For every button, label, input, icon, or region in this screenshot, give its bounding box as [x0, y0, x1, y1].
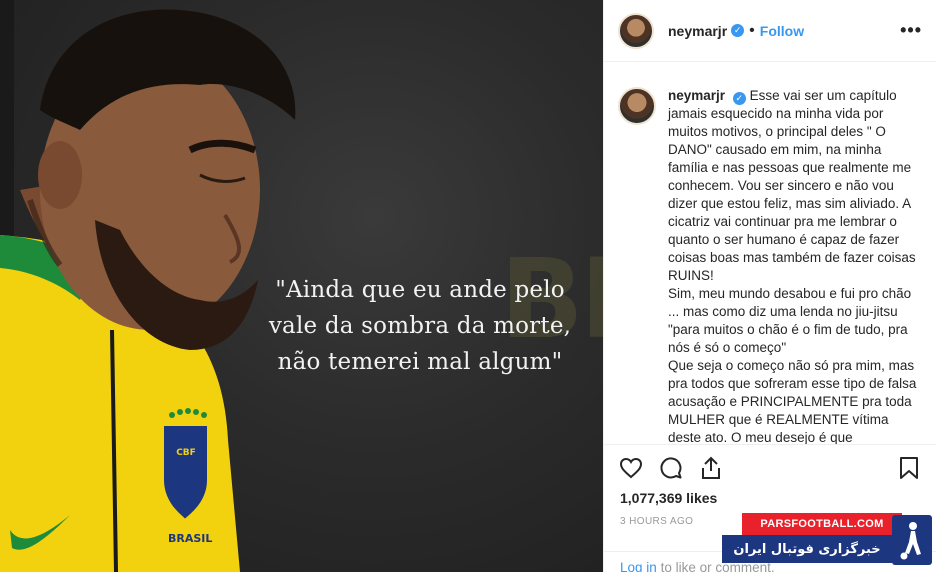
username-link[interactable]: neymarjr — [668, 23, 727, 39]
watermark-site: PARSFOOTBALL.COM — [742, 513, 902, 535]
heart-icon — [619, 457, 643, 478]
caption-avatar[interactable] — [618, 87, 656, 125]
comment-icon — [660, 456, 682, 478]
follow-button[interactable]: Follow — [760, 23, 804, 39]
post-header: neymarjr ✓ • Follow ••• — [604, 0, 936, 62]
caption-text: Esse vai ser um capítulo jamais esquecid… — [668, 88, 917, 444]
jersey-text: BRASIL — [168, 532, 213, 545]
watermark: PARSFOOTBALL.COM خبرگزاری فوتبال ایران — [722, 513, 932, 567]
more-options-icon[interactable]: ••• — [900, 20, 922, 41]
avatar[interactable] — [618, 12, 654, 49]
quote-overlay: "Ainda que eu ande pelo vale da sombra d… — [268, 277, 572, 375]
post-timestamp[interactable]: 3 HOURS AGO — [620, 516, 693, 527]
caption-body: neymarjr ✓ Esse vai ser um capítulo jama… — [668, 87, 922, 444]
verified-badge-icon: ✓ — [731, 24, 745, 37]
login-link[interactable]: Log in — [620, 560, 657, 572]
save-button[interactable] — [896, 455, 922, 481]
bookmark-icon — [900, 456, 918, 479]
action-bar — [604, 444, 936, 490]
share-button[interactable] — [698, 455, 724, 481]
caption-username[interactable]: neymarjr — [668, 88, 725, 103]
post-image[interactable]: BR CBF BRASIL "Ainda — [0, 0, 603, 572]
comments-section[interactable]: neymarjr ✓ Esse vai ser um capítulo jama… — [604, 63, 936, 444]
share-icon — [702, 456, 720, 479]
comment-button[interactable] — [658, 455, 684, 481]
like-button[interactable] — [618, 455, 644, 481]
likes-count[interactable]: 1,077,369 likes — [620, 490, 717, 506]
watermark-logo-icon — [892, 515, 932, 565]
post-side-panel: neymarjr ✓ • Follow ••• neymarjr ✓ Esse … — [603, 0, 936, 572]
crest-text: CBF — [176, 448, 196, 458]
verified-badge-icon: ✓ — [732, 91, 746, 105]
separator-dot: • — [749, 21, 755, 39]
watermark-tagline: خبرگزاری فوتبال ایران — [722, 535, 892, 563]
caption-comment: neymarjr ✓ Esse vai ser um capítulo jama… — [618, 87, 922, 444]
